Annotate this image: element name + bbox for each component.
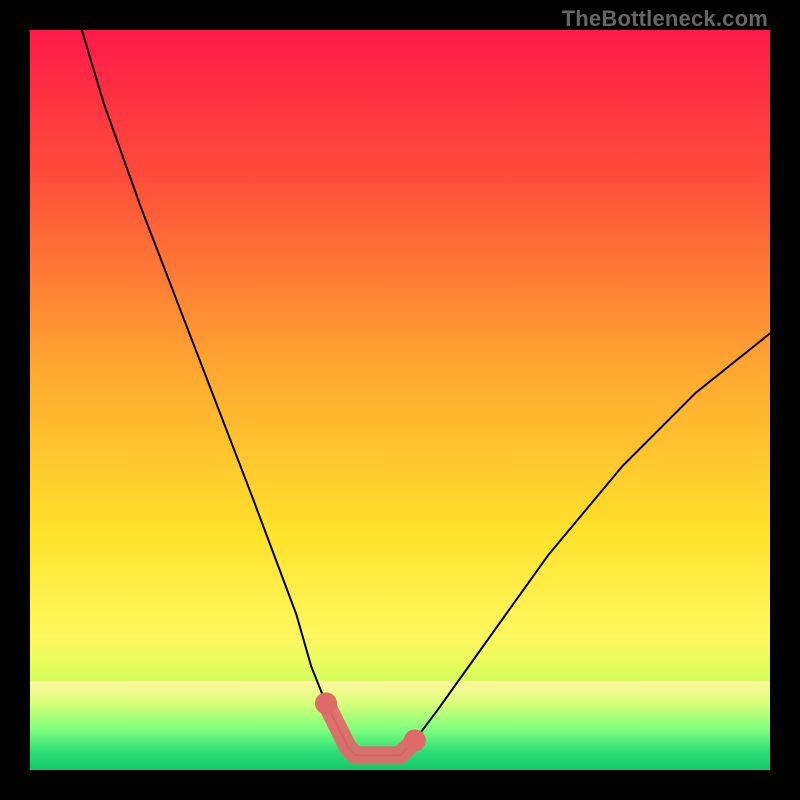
plot-area (30, 30, 770, 770)
watermark-text: TheBottleneck.com (562, 6, 768, 32)
chart-frame: TheBottleneck.com (0, 0, 800, 800)
bottleneck-chart (30, 30, 770, 770)
